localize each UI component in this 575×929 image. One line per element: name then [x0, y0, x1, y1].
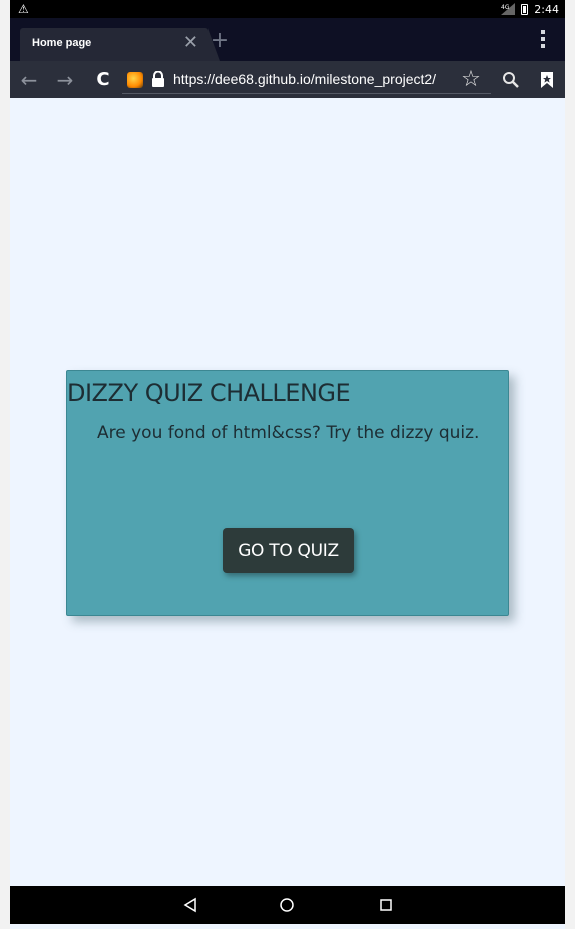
go-to-quiz-button[interactable]: GO TO QUIZ: [223, 528, 354, 573]
quiz-card: DIZZY QUIZ CHALLENGE Are you fond of htm…: [66, 370, 509, 616]
url-underline: [122, 93, 491, 94]
page-content: DIZZY QUIZ CHALLENGE Are you fond of htm…: [10, 98, 565, 886]
star-icon[interactable]: ☆: [456, 61, 486, 98]
site-favicon: [127, 72, 143, 88]
tab-title: Home page: [32, 37, 92, 49]
status-indicators: 4G 2:44: [501, 0, 559, 18]
battery-icon: [521, 3, 529, 15]
device-frame: ⚠ 4G 2:44 Home page ✕ + ← → C https://de…: [0, 0, 575, 929]
forward-arrow-icon[interactable]: →: [50, 61, 80, 98]
search-icon[interactable]: [496, 61, 526, 98]
warning-icon: ⚠: [18, 2, 29, 16]
url-field[interactable]: https://dee68.github.io/milestone_projec…: [173, 71, 436, 87]
recents-square-icon[interactable]: [374, 894, 398, 916]
signal-icon: 4G: [501, 3, 516, 15]
back-triangle-icon[interactable]: [178, 894, 202, 916]
card-title: DIZZY QUIZ CHALLENGE: [67, 379, 351, 407]
network-label: 4G: [501, 4, 510, 11]
screen: ⚠ 4G 2:44 Home page ✕ + ← → C https://de…: [10, 0, 565, 929]
tab-bar: Home page ✕ +: [10, 18, 565, 61]
back-arrow-icon[interactable]: ←: [14, 61, 44, 98]
new-tab-plus-icon[interactable]: +: [206, 28, 234, 56]
home-circle-icon[interactable]: [275, 894, 299, 916]
lock-icon: [151, 70, 165, 87]
tab-home-page[interactable]: Home page ✕: [20, 28, 220, 61]
card-subtitle: Are you fond of html&css? Try the dizzy …: [97, 423, 480, 443]
menu-kebab-icon[interactable]: [541, 30, 547, 50]
android-nav-bar: [10, 886, 565, 924]
reload-icon[interactable]: C: [88, 61, 118, 98]
bookmark-icon[interactable]: [532, 61, 562, 98]
close-tab-icon[interactable]: ✕: [183, 33, 198, 53]
status-bar: ⚠ 4G 2:44: [10, 0, 565, 18]
browser-toolbar: ← → C https://dee68.github.io/milestone_…: [10, 61, 565, 98]
status-time: 2:44: [534, 2, 559, 16]
